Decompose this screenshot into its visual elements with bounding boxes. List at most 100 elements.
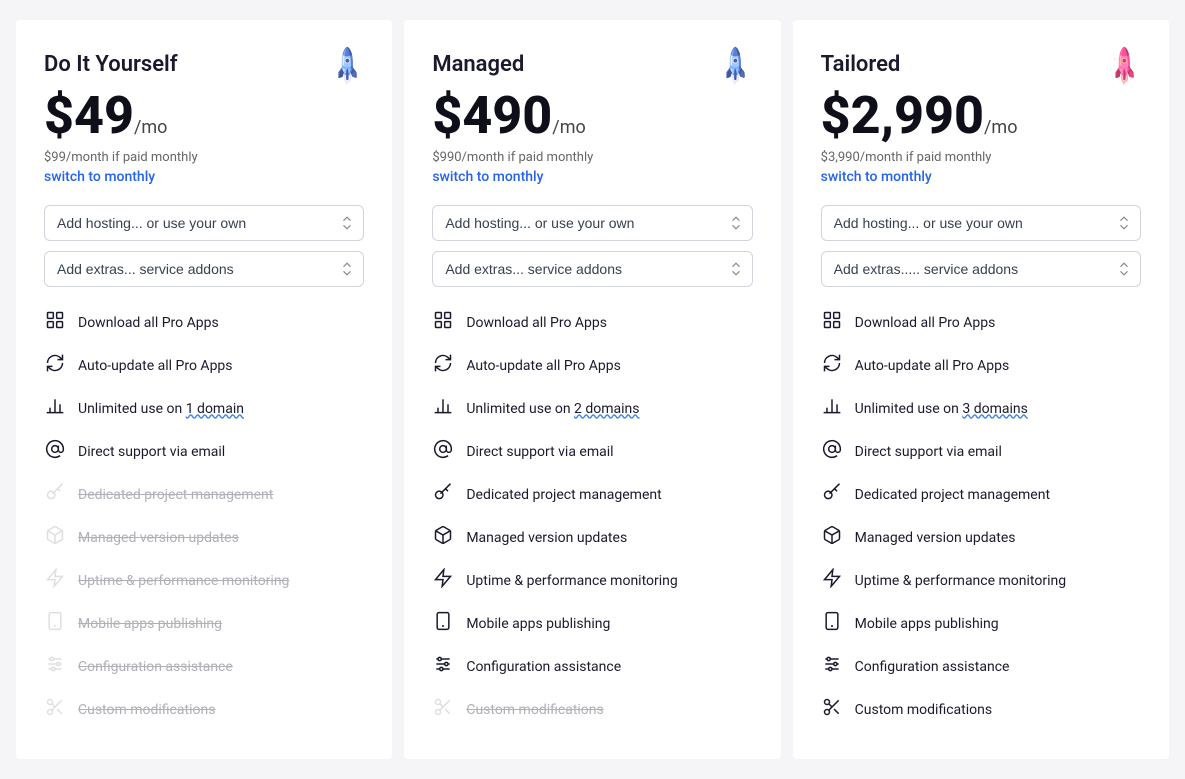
sliders-icon — [44, 654, 66, 679]
feature-item: Dedicated project management — [432, 473, 752, 516]
key-icon — [821, 482, 843, 507]
feature-item: Configuration assistance — [44, 645, 364, 688]
feature-text: Auto-update all Pro Apps — [855, 358, 1010, 374]
feature-text: Dedicated project management — [466, 487, 661, 503]
refresh-icon — [821, 353, 843, 378]
feature-item: Configuration assistance — [821, 645, 1141, 688]
box-icon — [44, 525, 66, 550]
plan-price-value: $490 — [432, 85, 552, 146]
scissors-icon — [44, 697, 66, 722]
feature-text: Auto-update all Pro Apps — [78, 358, 233, 374]
chart-icon — [44, 396, 66, 421]
features-list: Download all Pro Apps Auto-update all Pr… — [432, 301, 752, 731]
hosting-select-wrapper: Add hosting... or use your own — [44, 205, 364, 241]
feature-text: Download all Pro Apps — [855, 315, 996, 331]
plan-price: $2,990/mo — [821, 90, 1141, 142]
plan-icon: 🚀 — [332, 52, 364, 82]
hosting-select[interactable]: Add hosting... or use your own — [432, 205, 752, 241]
plan-price-value: $49 — [44, 85, 134, 146]
plan-card-tailored: Tailored 🚀 $2,990/mo $3,990/month if pai… — [793, 20, 1169, 759]
mobile-icon — [432, 611, 454, 636]
at-icon — [432, 439, 454, 464]
hosting-select[interactable]: Add hosting... or use your own — [44, 205, 364, 241]
plan-monthly-note: $990/month if paid monthly — [432, 150, 752, 165]
feature-text: Direct support via email — [78, 444, 225, 460]
extras-select-wrapper: Add extras..... service addons — [821, 251, 1141, 287]
plan-card-diy: Do It Yourself 🚀 $49/mo $99/month if pai… — [16, 20, 392, 759]
feature-item: Download all Pro Apps — [44, 301, 364, 344]
feature-text: Uptime & performance monitoring — [78, 573, 289, 589]
sliders-icon — [432, 654, 454, 679]
extras-select[interactable]: Add extras... service addons — [44, 251, 364, 287]
hosting-select-wrapper: Add hosting... or use your own — [432, 205, 752, 241]
refresh-icon — [432, 353, 454, 378]
feature-item: Custom modifications — [432, 688, 752, 731]
feature-item: Dedicated project management — [821, 473, 1141, 516]
plan-icon: 🚀 — [720, 52, 752, 82]
feature-text: Mobile apps publishing — [78, 616, 222, 632]
switch-monthly-link[interactable]: switch to monthly — [432, 169, 752, 185]
bolt-icon — [44, 568, 66, 593]
plan-header: Managed 🚀 — [432, 52, 752, 82]
feature-item: Unlimited use on 2 domains — [432, 387, 752, 430]
feature-item: Unlimited use on 1 domain — [44, 387, 364, 430]
key-icon — [432, 482, 454, 507]
feature-item: Managed version updates — [44, 516, 364, 559]
plan-name: Managed — [432, 52, 524, 77]
feature-text: Dedicated project management — [855, 487, 1050, 503]
extras-select[interactable]: Add extras... service addons — [432, 251, 752, 287]
hosting-select-wrapper: Add hosting... or use your own — [821, 205, 1141, 241]
feature-text: Download all Pro Apps — [78, 315, 219, 331]
feature-text: Unlimited use on 2 domains — [466, 401, 639, 417]
feature-text: Download all Pro Apps — [466, 315, 607, 331]
feature-text: Mobile apps publishing — [466, 616, 610, 632]
feature-item: Direct support via email — [432, 430, 752, 473]
sliders-icon — [821, 654, 843, 679]
chart-icon — [821, 396, 843, 421]
plan-header: Do It Yourself 🚀 — [44, 52, 364, 82]
feature-text: Custom modifications — [466, 702, 603, 718]
feature-text: Unlimited use on 1 domain — [78, 401, 244, 417]
feature-text: Managed version updates — [855, 530, 1016, 546]
feature-text: Managed version updates — [466, 530, 627, 546]
plan-price: $49/mo — [44, 90, 364, 142]
pricing-container: Do It Yourself 🚀 $49/mo $99/month if pai… — [10, 20, 1175, 759]
grid-icon — [821, 310, 843, 335]
feature-item: Dedicated project management — [44, 473, 364, 516]
feature-text: Custom modifications — [855, 702, 992, 718]
plan-monthly-note: $3,990/month if paid monthly — [821, 150, 1141, 165]
box-icon — [432, 525, 454, 550]
feature-text: Dedicated project management — [78, 487, 273, 503]
feature-text: Mobile apps publishing — [855, 616, 999, 632]
extras-select-wrapper: Add extras... service addons — [432, 251, 752, 287]
key-icon — [44, 482, 66, 507]
extras-select[interactable]: Add extras..... service addons — [821, 251, 1141, 287]
feature-item: Download all Pro Apps — [821, 301, 1141, 344]
at-icon — [821, 439, 843, 464]
switch-monthly-link[interactable]: switch to monthly — [44, 169, 364, 185]
feature-text: Custom modifications — [78, 702, 215, 718]
plan-price-value: $2,990 — [821, 85, 984, 146]
switch-monthly-link[interactable]: switch to monthly — [821, 169, 1141, 185]
feature-item: Mobile apps publishing — [821, 602, 1141, 645]
extras-select-wrapper: Add extras... service addons — [44, 251, 364, 287]
feature-item: Configuration assistance — [432, 645, 752, 688]
grid-icon — [44, 310, 66, 335]
feature-item: Direct support via email — [821, 430, 1141, 473]
feature-text: Unlimited use on 3 domains — [855, 401, 1028, 417]
mobile-icon — [821, 611, 843, 636]
features-list: Download all Pro Apps Auto-update all Pr… — [821, 301, 1141, 731]
hosting-select[interactable]: Add hosting... or use your own — [821, 205, 1141, 241]
plan-card-managed: Managed 🚀 $490/mo $990/month if paid mon… — [404, 20, 780, 759]
bolt-icon — [432, 568, 454, 593]
feature-text: Configuration assistance — [466, 659, 621, 675]
feature-text: Uptime & performance monitoring — [466, 573, 677, 589]
feature-item: Mobile apps publishing — [44, 602, 364, 645]
feature-item: Uptime & performance monitoring — [44, 559, 364, 602]
box-icon — [821, 525, 843, 550]
plan-name: Tailored — [821, 52, 901, 77]
plan-monthly-note: $99/month if paid monthly — [44, 150, 364, 165]
feature-text: Uptime & performance monitoring — [855, 573, 1066, 589]
mobile-icon — [44, 611, 66, 636]
feature-item: Managed version updates — [432, 516, 752, 559]
